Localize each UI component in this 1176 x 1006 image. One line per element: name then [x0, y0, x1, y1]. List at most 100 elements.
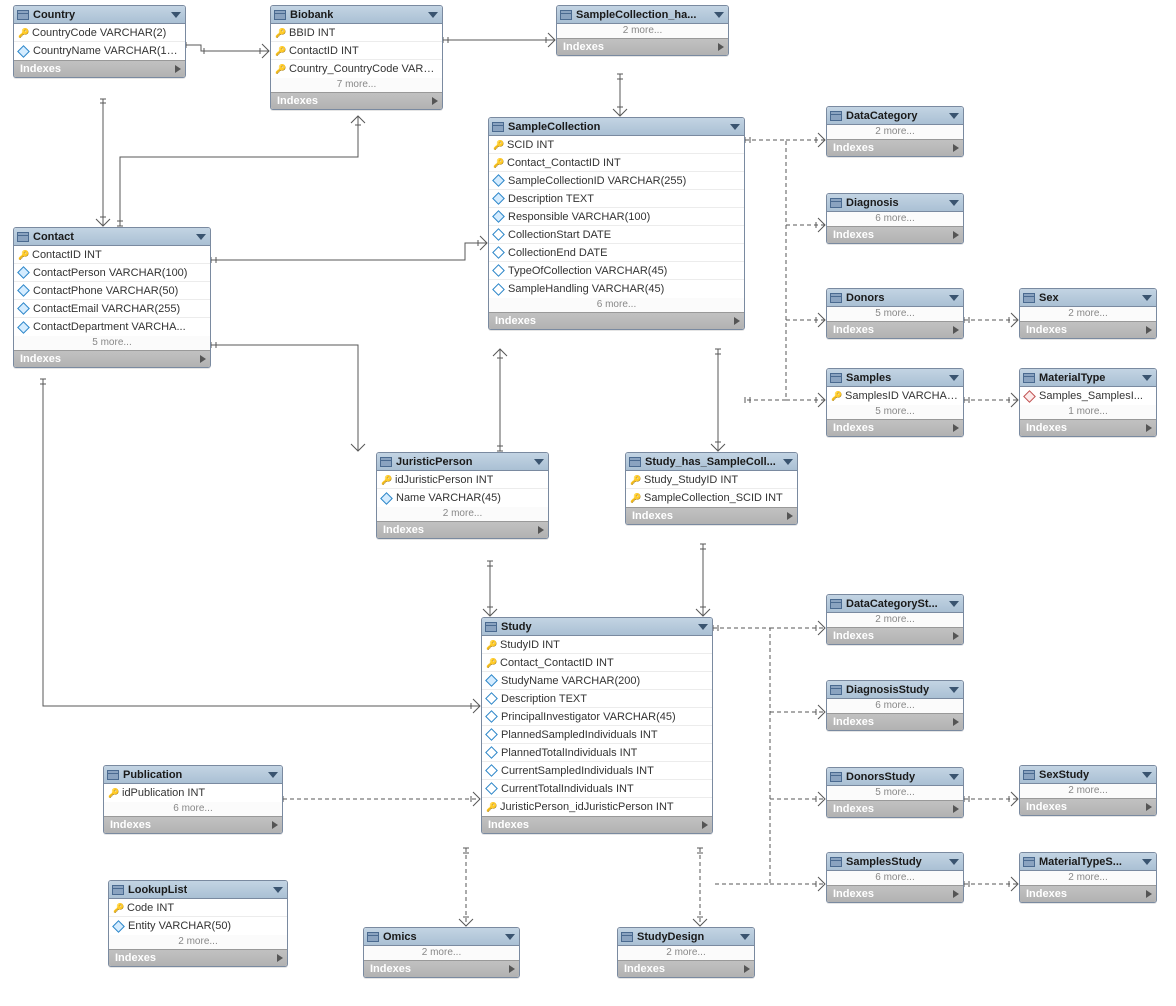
chevron-right-icon[interactable] [1146, 890, 1152, 898]
entity-titlebar[interactable]: DiagnosisStudy [827, 681, 963, 699]
more-row[interactable]: 6 more... [827, 871, 963, 885]
entity-titlebar[interactable]: Omics [364, 928, 519, 946]
more-row[interactable]: 6 more... [827, 212, 963, 226]
more-row[interactable]: 1 more... [1020, 405, 1156, 419]
column-row[interactable]: CountryName VARCHAR(100) [14, 42, 185, 60]
more-row[interactable]: 5 more... [827, 405, 963, 419]
entity-titlebar[interactable]: Biobank [271, 6, 442, 24]
chevron-right-icon[interactable] [200, 355, 206, 363]
indexes-bar[interactable]: Indexes [377, 521, 548, 538]
chevron-down-icon[interactable] [949, 774, 959, 780]
column-row[interactable]: CollectionEnd DATE [489, 244, 744, 262]
indexes-bar[interactable]: Indexes [827, 800, 963, 817]
indexes-bar[interactable]: Indexes [109, 949, 287, 966]
chevron-right-icon[interactable] [953, 718, 959, 726]
chevron-right-icon[interactable] [953, 805, 959, 813]
entity-titlebar[interactable]: SexStudy [1020, 766, 1156, 784]
column-row[interactable]: ContactPerson VARCHAR(100) [14, 264, 210, 282]
chevron-right-icon[interactable] [953, 890, 959, 898]
chevron-right-icon[interactable] [538, 526, 544, 534]
entity-titlebar[interactable]: Donors [827, 289, 963, 307]
chevron-down-icon[interactable] [698, 624, 708, 630]
column-row[interactable]: TypeOfCollection VARCHAR(45) [489, 262, 744, 280]
more-row[interactable]: 7 more... [271, 78, 442, 92]
column-row[interactable]: ContactID INT [14, 246, 210, 264]
chevron-right-icon[interactable] [953, 424, 959, 432]
more-row[interactable]: 2 more... [618, 946, 754, 960]
more-row[interactable]: 2 more... [1020, 784, 1156, 798]
more-row[interactable]: 2 more... [557, 24, 728, 38]
chevron-down-icon[interactable] [1142, 295, 1152, 301]
more-row[interactable]: 2 more... [1020, 307, 1156, 321]
column-row[interactable]: Description TEXT [482, 690, 712, 708]
entity-titlebar[interactable]: JuristicPerson [377, 453, 548, 471]
chevron-right-icon[interactable] [953, 231, 959, 239]
indexes-bar[interactable]: Indexes [1020, 321, 1156, 338]
entity-titlebar[interactable]: LookupList [109, 881, 287, 899]
indexes-bar[interactable]: Indexes [364, 960, 519, 977]
chevron-right-icon[interactable] [953, 632, 959, 640]
chevron-right-icon[interactable] [1146, 326, 1152, 334]
indexes-bar[interactable]: Indexes [482, 816, 712, 833]
indexes-bar[interactable]: Indexes [827, 627, 963, 644]
chevron-down-icon[interactable] [505, 934, 515, 940]
chevron-down-icon[interactable] [171, 12, 181, 18]
column-row[interactable]: SamplesID VARCHAR(45) [827, 387, 963, 405]
entity-titlebar[interactable]: Sex [1020, 289, 1156, 307]
indexes-bar[interactable]: Indexes [827, 419, 963, 436]
chevron-right-icon[interactable] [718, 43, 724, 51]
entity-titlebar[interactable]: Study [482, 618, 712, 636]
chevron-down-icon[interactable] [740, 934, 750, 940]
chevron-down-icon[interactable] [949, 200, 959, 206]
entity-titlebar[interactable]: MaterialType [1020, 369, 1156, 387]
column-row[interactable]: StudyID INT [482, 636, 712, 654]
column-row[interactable]: Samples_SamplesI... [1020, 387, 1156, 405]
entity-titlebar[interactable]: Contact [14, 228, 210, 246]
entity-titlebar[interactable]: DataCategorySt... [827, 595, 963, 613]
column-row[interactable]: StudyName VARCHAR(200) [482, 672, 712, 690]
chevron-down-icon[interactable] [1142, 375, 1152, 381]
more-row[interactable]: 6 more... [489, 298, 744, 312]
chevron-right-icon[interactable] [1146, 424, 1152, 432]
entity-titlebar[interactable]: MaterialTypeS... [1020, 853, 1156, 871]
column-row[interactable]: Name VARCHAR(45) [377, 489, 548, 507]
column-row[interactable]: Contact_ContactID INT [489, 154, 744, 172]
column-row[interactable]: ContactPhone VARCHAR(50) [14, 282, 210, 300]
more-row[interactable]: 5 more... [827, 307, 963, 321]
more-row[interactable]: 2 more... [827, 613, 963, 627]
indexes-bar[interactable]: Indexes [14, 60, 185, 77]
indexes-bar[interactable]: Indexes [1020, 798, 1156, 815]
more-row[interactable]: 2 more... [1020, 871, 1156, 885]
column-row[interactable]: JuristicPerson_idJuristicPerson INT [482, 798, 712, 816]
chevron-down-icon[interactable] [949, 113, 959, 119]
chevron-down-icon[interactable] [783, 459, 793, 465]
more-row[interactable]: 6 more... [827, 699, 963, 713]
more-row[interactable]: 2 more... [377, 507, 548, 521]
column-row[interactable]: PlannedTotalIndividuals INT [482, 744, 712, 762]
chevron-right-icon[interactable] [953, 326, 959, 334]
indexes-bar[interactable]: Indexes [618, 960, 754, 977]
column-row[interactable]: SampleCollection_SCID INT [626, 489, 797, 507]
chevron-down-icon[interactable] [1142, 772, 1152, 778]
indexes-bar[interactable]: Indexes [827, 226, 963, 243]
chevron-down-icon[interactable] [1142, 859, 1152, 865]
column-row[interactable]: CollectionStart DATE [489, 226, 744, 244]
indexes-bar[interactable]: Indexes [827, 885, 963, 902]
chevron-right-icon[interactable] [277, 954, 283, 962]
column-row[interactable]: PlannedSampledIndividuals INT [482, 726, 712, 744]
chevron-down-icon[interactable] [534, 459, 544, 465]
chevron-right-icon[interactable] [787, 512, 793, 520]
chevron-right-icon[interactable] [1146, 803, 1152, 811]
more-row[interactable]: 6 more... [104, 802, 282, 816]
chevron-down-icon[interactable] [196, 234, 206, 240]
entity-titlebar[interactable]: StudyDesign [618, 928, 754, 946]
column-row[interactable]: ContactDepartment VARCHA... [14, 318, 210, 336]
chevron-right-icon[interactable] [272, 821, 278, 829]
column-row[interactable]: ContactEmail VARCHAR(255) [14, 300, 210, 318]
chevron-down-icon[interactable] [428, 12, 438, 18]
column-row[interactable]: Entity VARCHAR(50) [109, 917, 287, 935]
indexes-bar[interactable]: Indexes [104, 816, 282, 833]
column-row[interactable]: idJuristicPerson INT [377, 471, 548, 489]
chevron-down-icon[interactable] [714, 12, 724, 18]
entity-titlebar[interactable]: Samples [827, 369, 963, 387]
